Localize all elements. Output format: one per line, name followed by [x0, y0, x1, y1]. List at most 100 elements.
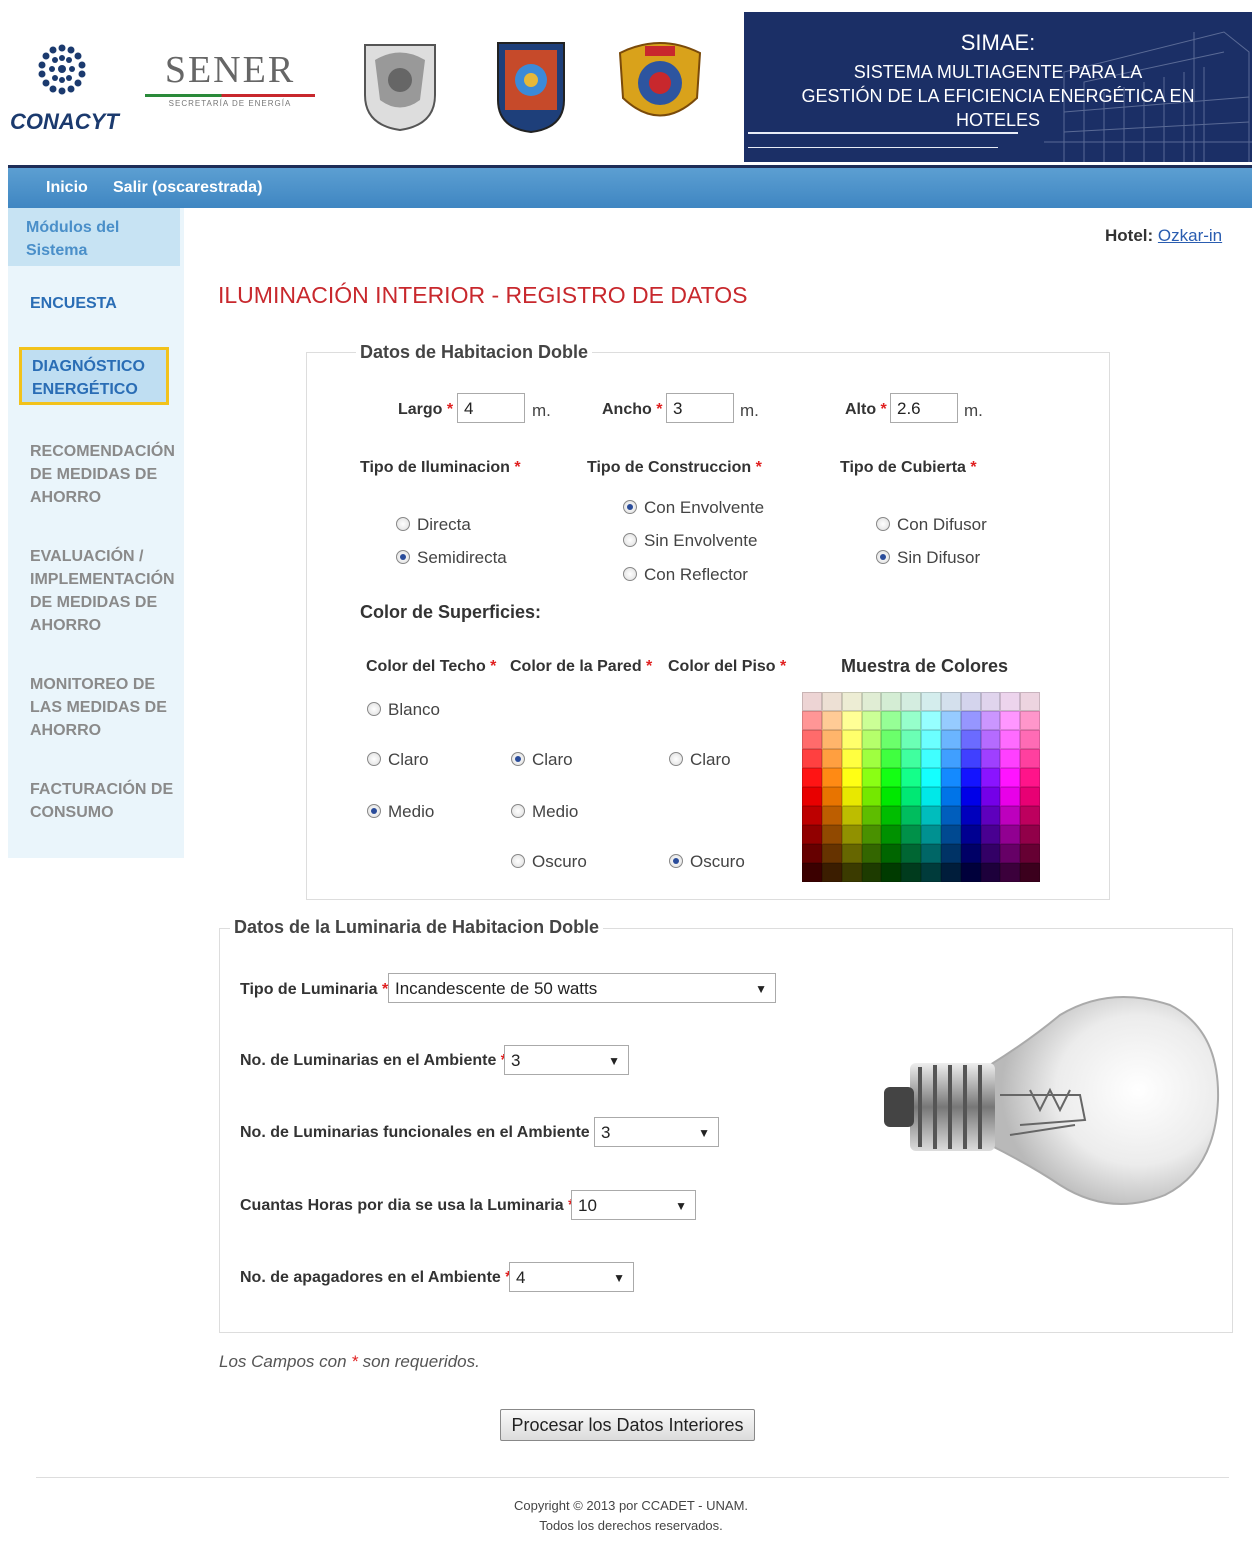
color-swatch-cell — [901, 711, 921, 730]
color-swatch-cell — [841, 768, 862, 787]
color-swatch-cell — [861, 711, 882, 730]
procesar-datos-button[interactable]: Procesar los Datos Interiores — [500, 1409, 755, 1441]
sener-text: SENER — [164, 49, 296, 91]
apagadores-label: No. de apagadores en el Ambiente * — [240, 1269, 512, 1286]
color-swatch-cell — [921, 825, 941, 844]
radio-pared-claro[interactable] — [511, 752, 525, 766]
color-swatch-cell — [861, 787, 882, 806]
color-swatch-cell — [901, 768, 921, 787]
radio-techo-blanco[interactable] — [367, 702, 381, 716]
color-swatch-cell — [802, 806, 822, 825]
color-swatch-cell — [821, 711, 842, 730]
hotel-indicator: Hotel: Ozkar-in — [1105, 226, 1222, 246]
color-swatch-cell — [921, 806, 941, 825]
horas-uso-select[interactable]: 10 ▼ — [571, 1190, 696, 1220]
shield-logo-2 — [495, 40, 567, 134]
nav-logout-link[interactable]: Salir (oscarestrada) — [113, 179, 262, 197]
sidebar-item-facturacion[interactable]: FACTURACIÓN DE CONSUMO — [30, 778, 175, 824]
largo-unit: m. — [532, 401, 551, 420]
sidebar-item-recomendacion[interactable]: RECOMENDACIÓN DE MEDIDAS DE AHORRO — [30, 440, 180, 509]
radio-sin-difusor[interactable] — [876, 550, 890, 564]
radio-semidirecta-label: Semidirecta — [417, 548, 507, 567]
color-swatch-cell — [821, 844, 842, 863]
color-swatch-cell — [1000, 825, 1021, 844]
radio-piso-claro-label: Claro — [690, 750, 731, 769]
radio-pared-claro-label: Claro — [532, 750, 573, 769]
radio-techo-blanco-label: Blanco — [388, 700, 440, 719]
luminarias-funcionales-select[interactable]: 3 ▼ — [594, 1117, 719, 1147]
ancho-label: Ancho * — [602, 401, 663, 418]
color-swatch-cell — [940, 711, 961, 730]
largo-input[interactable]: 4 — [457, 393, 525, 423]
color-superficies-heading: Color de Superficies: — [360, 602, 542, 622]
color-swatch-cell — [861, 806, 882, 825]
radio-techo-medio[interactable] — [367, 804, 381, 818]
radio-piso-oscuro[interactable] — [669, 854, 683, 868]
tipo-luminaria-select[interactable]: Incandescente de 50 watts ▼ — [388, 973, 776, 1003]
luminarias-funcionales-label: No. de Luminarias funcionales en el Ambi… — [240, 1124, 600, 1141]
radio-sin-envolvente[interactable] — [623, 533, 637, 547]
radio-con-envolvente-label: Con Envolvente — [644, 498, 765, 517]
radio-directa[interactable] — [396, 517, 410, 531]
color-swatch-cell — [1020, 749, 1040, 768]
radio-con-envolvente[interactable] — [623, 500, 637, 514]
color-swatch-cell — [921, 863, 941, 882]
color-swatch-cell — [802, 844, 822, 863]
color-swatch-cell — [901, 749, 921, 768]
color-swatch-cell — [960, 692, 981, 711]
num-luminarias-select[interactable]: 3 ▼ — [504, 1045, 629, 1075]
radio-pared-oscuro[interactable] — [511, 854, 525, 868]
color-swatch-cell — [802, 692, 822, 711]
radio-semidirecta[interactable] — [396, 550, 410, 564]
simae-banner: SIMAE: SISTEMA MULTIAGENTE PARA LA GESTI… — [744, 12, 1252, 162]
radio-techo-medio-label: Medio — [388, 802, 435, 821]
color-swatch-cell — [940, 844, 961, 863]
hotel-link[interactable]: Ozkar-in — [1158, 226, 1222, 245]
color-swatch-cell — [980, 692, 1001, 711]
color-swatch-cell — [802, 711, 822, 730]
radio-techo-claro[interactable] — [367, 752, 381, 766]
radio-piso-claro[interactable] — [669, 752, 683, 766]
conacyt-emblem-icon — [38, 44, 86, 95]
ancho-input[interactable]: 3 — [666, 393, 734, 423]
radio-con-difusor[interactable] — [876, 517, 890, 531]
color-swatch-cell — [960, 711, 981, 730]
apagadores-select[interactable]: 4 ▼ — [509, 1262, 634, 1292]
num-luminarias-label: No. de Luminarias en el Ambiente * — [240, 1052, 508, 1069]
largo-label: Largo * — [398, 401, 454, 418]
color-swatch-cell — [821, 768, 842, 787]
radio-con-reflector[interactable] — [623, 567, 637, 581]
color-swatch-cell — [921, 844, 941, 863]
sidebar-item-monitoreo[interactable]: MONITOREO DE LAS MEDIDAS DE AHORRO — [30, 673, 170, 742]
sidebar-item-diagnostico[interactable]: DIAGNÓSTICO ENERGÉTICO — [19, 347, 169, 405]
color-swatch-cell — [980, 749, 1001, 768]
color-swatch-cell — [821, 692, 842, 711]
unam-shield-logo — [360, 40, 440, 132]
color-swatch-cell — [821, 825, 842, 844]
sidebar-item-encuesta[interactable]: ENCUESTA — [30, 292, 117, 315]
color-swatch-cell — [960, 787, 981, 806]
chevron-down-icon: ▼ — [613, 1271, 625, 1285]
color-swatch-cell — [1000, 787, 1021, 806]
required-note: Los Campos con * son requeridos. — [219, 1352, 480, 1371]
color-swatch-cell — [881, 768, 902, 787]
color-swatch-cell — [1000, 844, 1021, 863]
color-swatch-cell — [980, 844, 1001, 863]
radio-piso-oscuro-label: Oscuro — [690, 852, 745, 871]
color-swatch-cell — [821, 787, 842, 806]
chevron-down-icon: ▼ — [755, 982, 767, 996]
color-swatch-cell — [960, 844, 981, 863]
radio-pared-medio[interactable] — [511, 804, 525, 818]
color-sample-grid — [802, 692, 1040, 882]
page-title: ILUMINACIÓN INTERIOR - REGISTRO DE DATOS — [218, 282, 748, 308]
nav-home-link[interactable]: Inicio — [46, 179, 88, 197]
sidebar-item-evaluacion[interactable]: EVALUACIÓN / IMPLEMENTACIÓN DE MEDIDAS D… — [30, 545, 180, 637]
color-swatch-cell — [802, 825, 822, 844]
color-swatch-cell — [960, 825, 981, 844]
color-swatch-cell — [980, 806, 1001, 825]
color-piso-label: Color del Piso * — [668, 658, 787, 675]
color-swatch-cell — [921, 768, 941, 787]
color-swatch-cell — [940, 863, 961, 882]
color-swatch-cell — [901, 825, 921, 844]
alto-input[interactable]: 2.6 — [890, 393, 958, 423]
